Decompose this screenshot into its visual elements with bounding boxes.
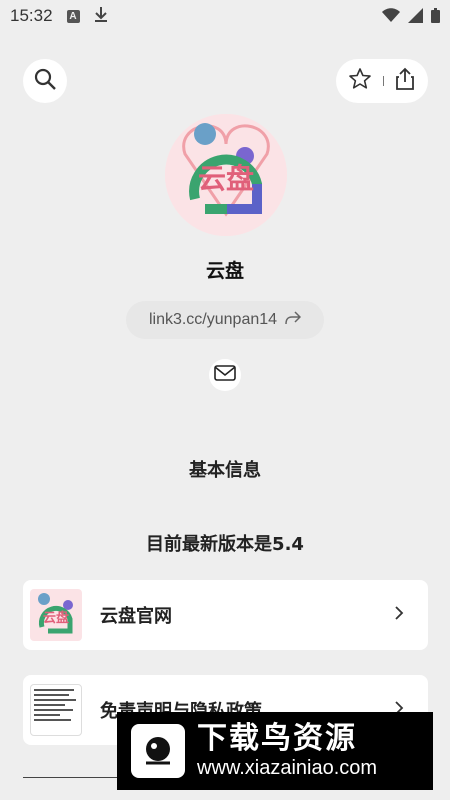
action-pill	[336, 59, 428, 103]
divider	[23, 777, 123, 778]
divider	[382, 76, 384, 86]
wifi-icon	[382, 8, 400, 28]
watermark-url: www.xiazainiao.com	[197, 757, 378, 779]
notification-a-icon: A	[66, 9, 80, 23]
favorite-star-icon[interactable]	[348, 67, 372, 95]
battery-icon	[431, 8, 440, 28]
email-button[interactable]	[209, 359, 241, 391]
avatar-logo-text: 云盘	[198, 162, 254, 195]
chevron-right-icon	[394, 605, 404, 625]
signal-icon	[408, 8, 423, 28]
share-arrow-icon	[285, 310, 302, 330]
profile-name: 云盘	[205, 260, 244, 282]
latest-version-text: 目前最新版本是5.4	[146, 534, 304, 555]
official-site-card[interactable]: 云盘 云盘官网	[23, 580, 428, 650]
card-label: 云盘官网	[100, 606, 172, 627]
mail-icon	[214, 365, 236, 385]
profile-link-text: link3.cc/yunpan14	[148, 311, 278, 328]
watermark-title: 下载鸟资源	[197, 721, 357, 756]
share-icon[interactable]	[394, 67, 416, 95]
profile-avatar: 云盘	[165, 114, 287, 236]
official-site-thumbnail: 云盘	[30, 589, 82, 641]
status-icons	[382, 8, 440, 28]
profile-link[interactable]: link3.cc/yunpan14	[126, 301, 324, 339]
status-bar: 15:32 A	[0, 0, 450, 32]
watermark-banner: 下载鸟资源 www.xiazainiao.com	[117, 712, 433, 790]
search-icon	[33, 67, 57, 95]
document-thumbnail	[30, 684, 82, 736]
search-button[interactable]	[23, 59, 67, 103]
watermark-bird-logo	[131, 724, 185, 778]
download-icon	[94, 6, 108, 27]
thumb-logo-text: 云盘	[43, 610, 69, 626]
basic-info-heading: 基本信息	[189, 460, 261, 481]
status-time: 15:32	[10, 6, 53, 25]
